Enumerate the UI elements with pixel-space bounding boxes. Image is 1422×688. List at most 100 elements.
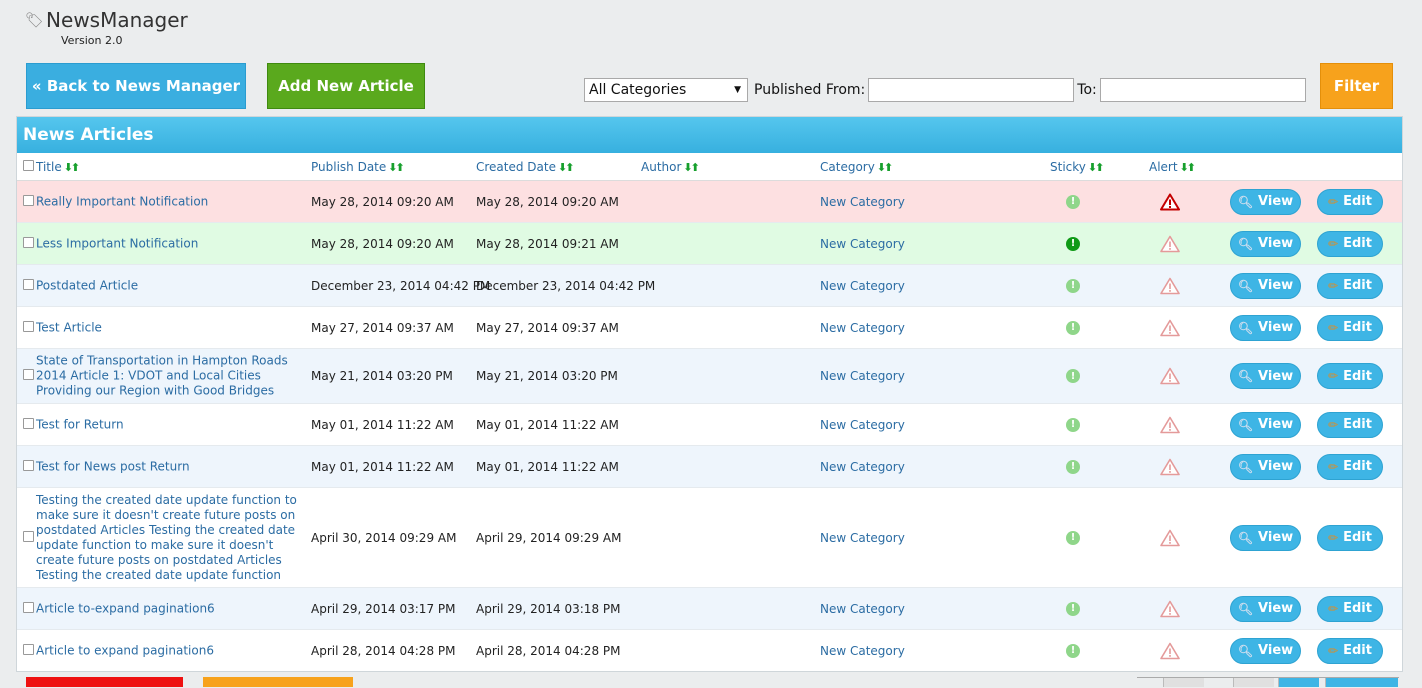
article-title-link[interactable]: Postdated Article xyxy=(36,278,311,293)
alert-toggle[interactable] xyxy=(1160,367,1180,385)
alert-toggle[interactable] xyxy=(1160,235,1180,252)
view-button[interactable]: 🔍︎ View xyxy=(1230,453,1301,480)
row-checkbox[interactable] xyxy=(23,236,34,251)
sticky-exclamation-icon: ! xyxy=(1066,320,1080,335)
view-button[interactable]: 🔍︎ View xyxy=(1230,524,1301,551)
alert-toggle[interactable] xyxy=(1160,319,1180,336)
row-checkbox[interactable] xyxy=(23,459,34,474)
view-button-label: View xyxy=(1258,601,1294,616)
view-button[interactable]: 🔍︎ View xyxy=(1230,411,1301,438)
article-title-link[interactable]: Article to-expand pagination6 xyxy=(36,601,311,616)
pencil-icon: ✏︎ xyxy=(1328,459,1339,474)
alert-toggle[interactable] xyxy=(1160,529,1180,546)
sort-arrows-icon: ⬇⬆ xyxy=(1087,160,1105,174)
sort-publish-date-header[interactable]: Publish Date ⬇⬆ xyxy=(311,160,405,174)
view-button[interactable]: 🔍︎ View xyxy=(1230,595,1301,622)
select-all-checkbox[interactable] xyxy=(23,160,34,171)
edit-button[interactable]: ✏︎ Edit xyxy=(1317,411,1383,438)
article-title-link[interactable]: Less Important Notification xyxy=(36,236,311,251)
sticky-toggle[interactable]: ! xyxy=(1066,194,1080,209)
alert-toggle[interactable] xyxy=(1160,600,1180,617)
published-from-input[interactable] xyxy=(868,78,1075,102)
view-button-label: View xyxy=(1258,459,1294,474)
category-link[interactable]: New Category xyxy=(820,321,905,335)
category-link[interactable]: New Category xyxy=(820,195,905,209)
row-checkbox[interactable] xyxy=(23,320,34,335)
view-button[interactable]: 🔍︎ View xyxy=(1230,637,1301,664)
edit-button[interactable]: ✏︎ Edit xyxy=(1317,230,1383,257)
alert-toggle[interactable] xyxy=(1160,458,1180,475)
column-title-label: Title xyxy=(36,160,62,174)
article-title-link[interactable]: Test Article xyxy=(36,320,311,335)
alert-toggle[interactable] xyxy=(1160,416,1180,433)
edit-button[interactable]: ✏︎ Edit xyxy=(1317,314,1383,341)
row-checkbox[interactable] xyxy=(23,601,34,616)
sort-category-header[interactable]: Category ⬇⬆ xyxy=(820,160,893,174)
bulk-action-button[interactable] xyxy=(203,677,353,687)
edit-button[interactable]: ✏︎ Edit xyxy=(1317,363,1383,389)
sticky-toggle[interactable]: ! xyxy=(1066,601,1080,616)
sticky-toggle[interactable]: ! xyxy=(1066,320,1080,335)
category-link[interactable]: New Category xyxy=(820,531,905,545)
view-button[interactable]: 🔍︎ View xyxy=(1230,363,1301,389)
article-title-link[interactable]: Test for Return xyxy=(36,417,311,432)
delete-selected-button[interactable] xyxy=(26,677,183,687)
row-checkbox[interactable] xyxy=(23,194,34,209)
sort-created-date-header[interactable]: Created Date ⬇⬆ xyxy=(476,160,575,174)
sticky-toggle[interactable]: ! xyxy=(1066,369,1080,383)
sort-sticky-header[interactable]: Sticky ⬇⬆ xyxy=(1050,160,1105,174)
category-link[interactable]: New Category xyxy=(820,602,905,616)
column-created-date-label: Created Date xyxy=(476,160,556,174)
sticky-toggle[interactable]: ! xyxy=(1066,278,1080,293)
category-link[interactable]: New Category xyxy=(820,279,905,293)
edit-button[interactable]: ✏︎ Edit xyxy=(1317,188,1383,215)
view-button[interactable]: 🔍︎ View xyxy=(1230,230,1301,257)
back-to-news-manager-button[interactable]: « Back to News Manager xyxy=(26,63,246,109)
sticky-toggle[interactable]: ! xyxy=(1066,236,1080,251)
row-checkbox[interactable] xyxy=(23,278,34,293)
category-link[interactable]: New Category xyxy=(820,418,905,432)
row-checkbox[interactable] xyxy=(23,369,34,383)
filter-button[interactable]: Filter xyxy=(1320,63,1393,109)
article-title-link[interactable]: Really Important Notification xyxy=(36,194,311,209)
column-publish-date-label: Publish Date xyxy=(311,160,387,174)
sticky-exclamation-icon: ! xyxy=(1066,369,1080,383)
category-link[interactable]: New Category xyxy=(820,460,905,474)
row-checkbox[interactable] xyxy=(23,530,34,545)
app-header: 🏷︎ NewsManager Version 2.0 xyxy=(25,8,188,47)
edit-button-label: Edit xyxy=(1343,320,1372,335)
sort-alert-header[interactable]: Alert ⬇⬆ xyxy=(1149,160,1196,174)
article-title-link[interactable]: Testing the created date update function… xyxy=(36,493,311,583)
pagination[interactable] xyxy=(1137,677,1399,688)
edit-button-label: Edit xyxy=(1343,417,1372,432)
category-select[interactable]: All Categories ▼ xyxy=(584,78,748,102)
publish-date: May 01, 2014 11:22 AM xyxy=(311,459,454,474)
category-link[interactable]: New Category xyxy=(820,237,905,251)
view-button[interactable]: 🔍︎ View xyxy=(1230,272,1301,299)
view-button[interactable]: 🔍︎ View xyxy=(1230,188,1301,215)
article-title-link[interactable]: State of Transportation in Hampton Roads… xyxy=(36,354,311,399)
article-title-link[interactable]: Article to expand pagination6 xyxy=(36,643,311,658)
edit-button[interactable]: ✏︎ Edit xyxy=(1317,453,1383,480)
row-checkbox[interactable] xyxy=(23,643,34,658)
sort-title-header[interactable]: Title ⬇⬆ xyxy=(36,160,80,174)
sticky-toggle[interactable]: ! xyxy=(1066,459,1080,474)
published-to-input[interactable] xyxy=(1099,78,1306,102)
alert-toggle[interactable] xyxy=(1160,277,1180,294)
edit-button[interactable]: ✏︎ Edit xyxy=(1317,595,1383,622)
alert-toggle[interactable] xyxy=(1160,193,1180,210)
sticky-toggle[interactable]: ! xyxy=(1066,417,1080,432)
category-link[interactable]: New Category xyxy=(820,369,905,383)
row-checkbox[interactable] xyxy=(23,417,34,432)
category-link[interactable]: New Category xyxy=(820,644,905,658)
add-new-article-button[interactable]: Add New Article xyxy=(267,63,425,109)
sticky-toggle[interactable]: ! xyxy=(1066,643,1080,658)
edit-button[interactable]: ✏︎ Edit xyxy=(1317,637,1383,664)
article-title-link[interactable]: Test for News post Return xyxy=(36,459,311,474)
edit-button[interactable]: ✏︎ Edit xyxy=(1317,524,1383,551)
alert-toggle[interactable] xyxy=(1160,642,1180,659)
edit-button[interactable]: ✏︎ Edit xyxy=(1317,272,1383,299)
sort-author-header[interactable]: Author ⬇⬆ xyxy=(641,160,700,174)
view-button[interactable]: 🔍︎ View xyxy=(1230,314,1301,341)
sticky-toggle[interactable]: ! xyxy=(1066,530,1080,545)
